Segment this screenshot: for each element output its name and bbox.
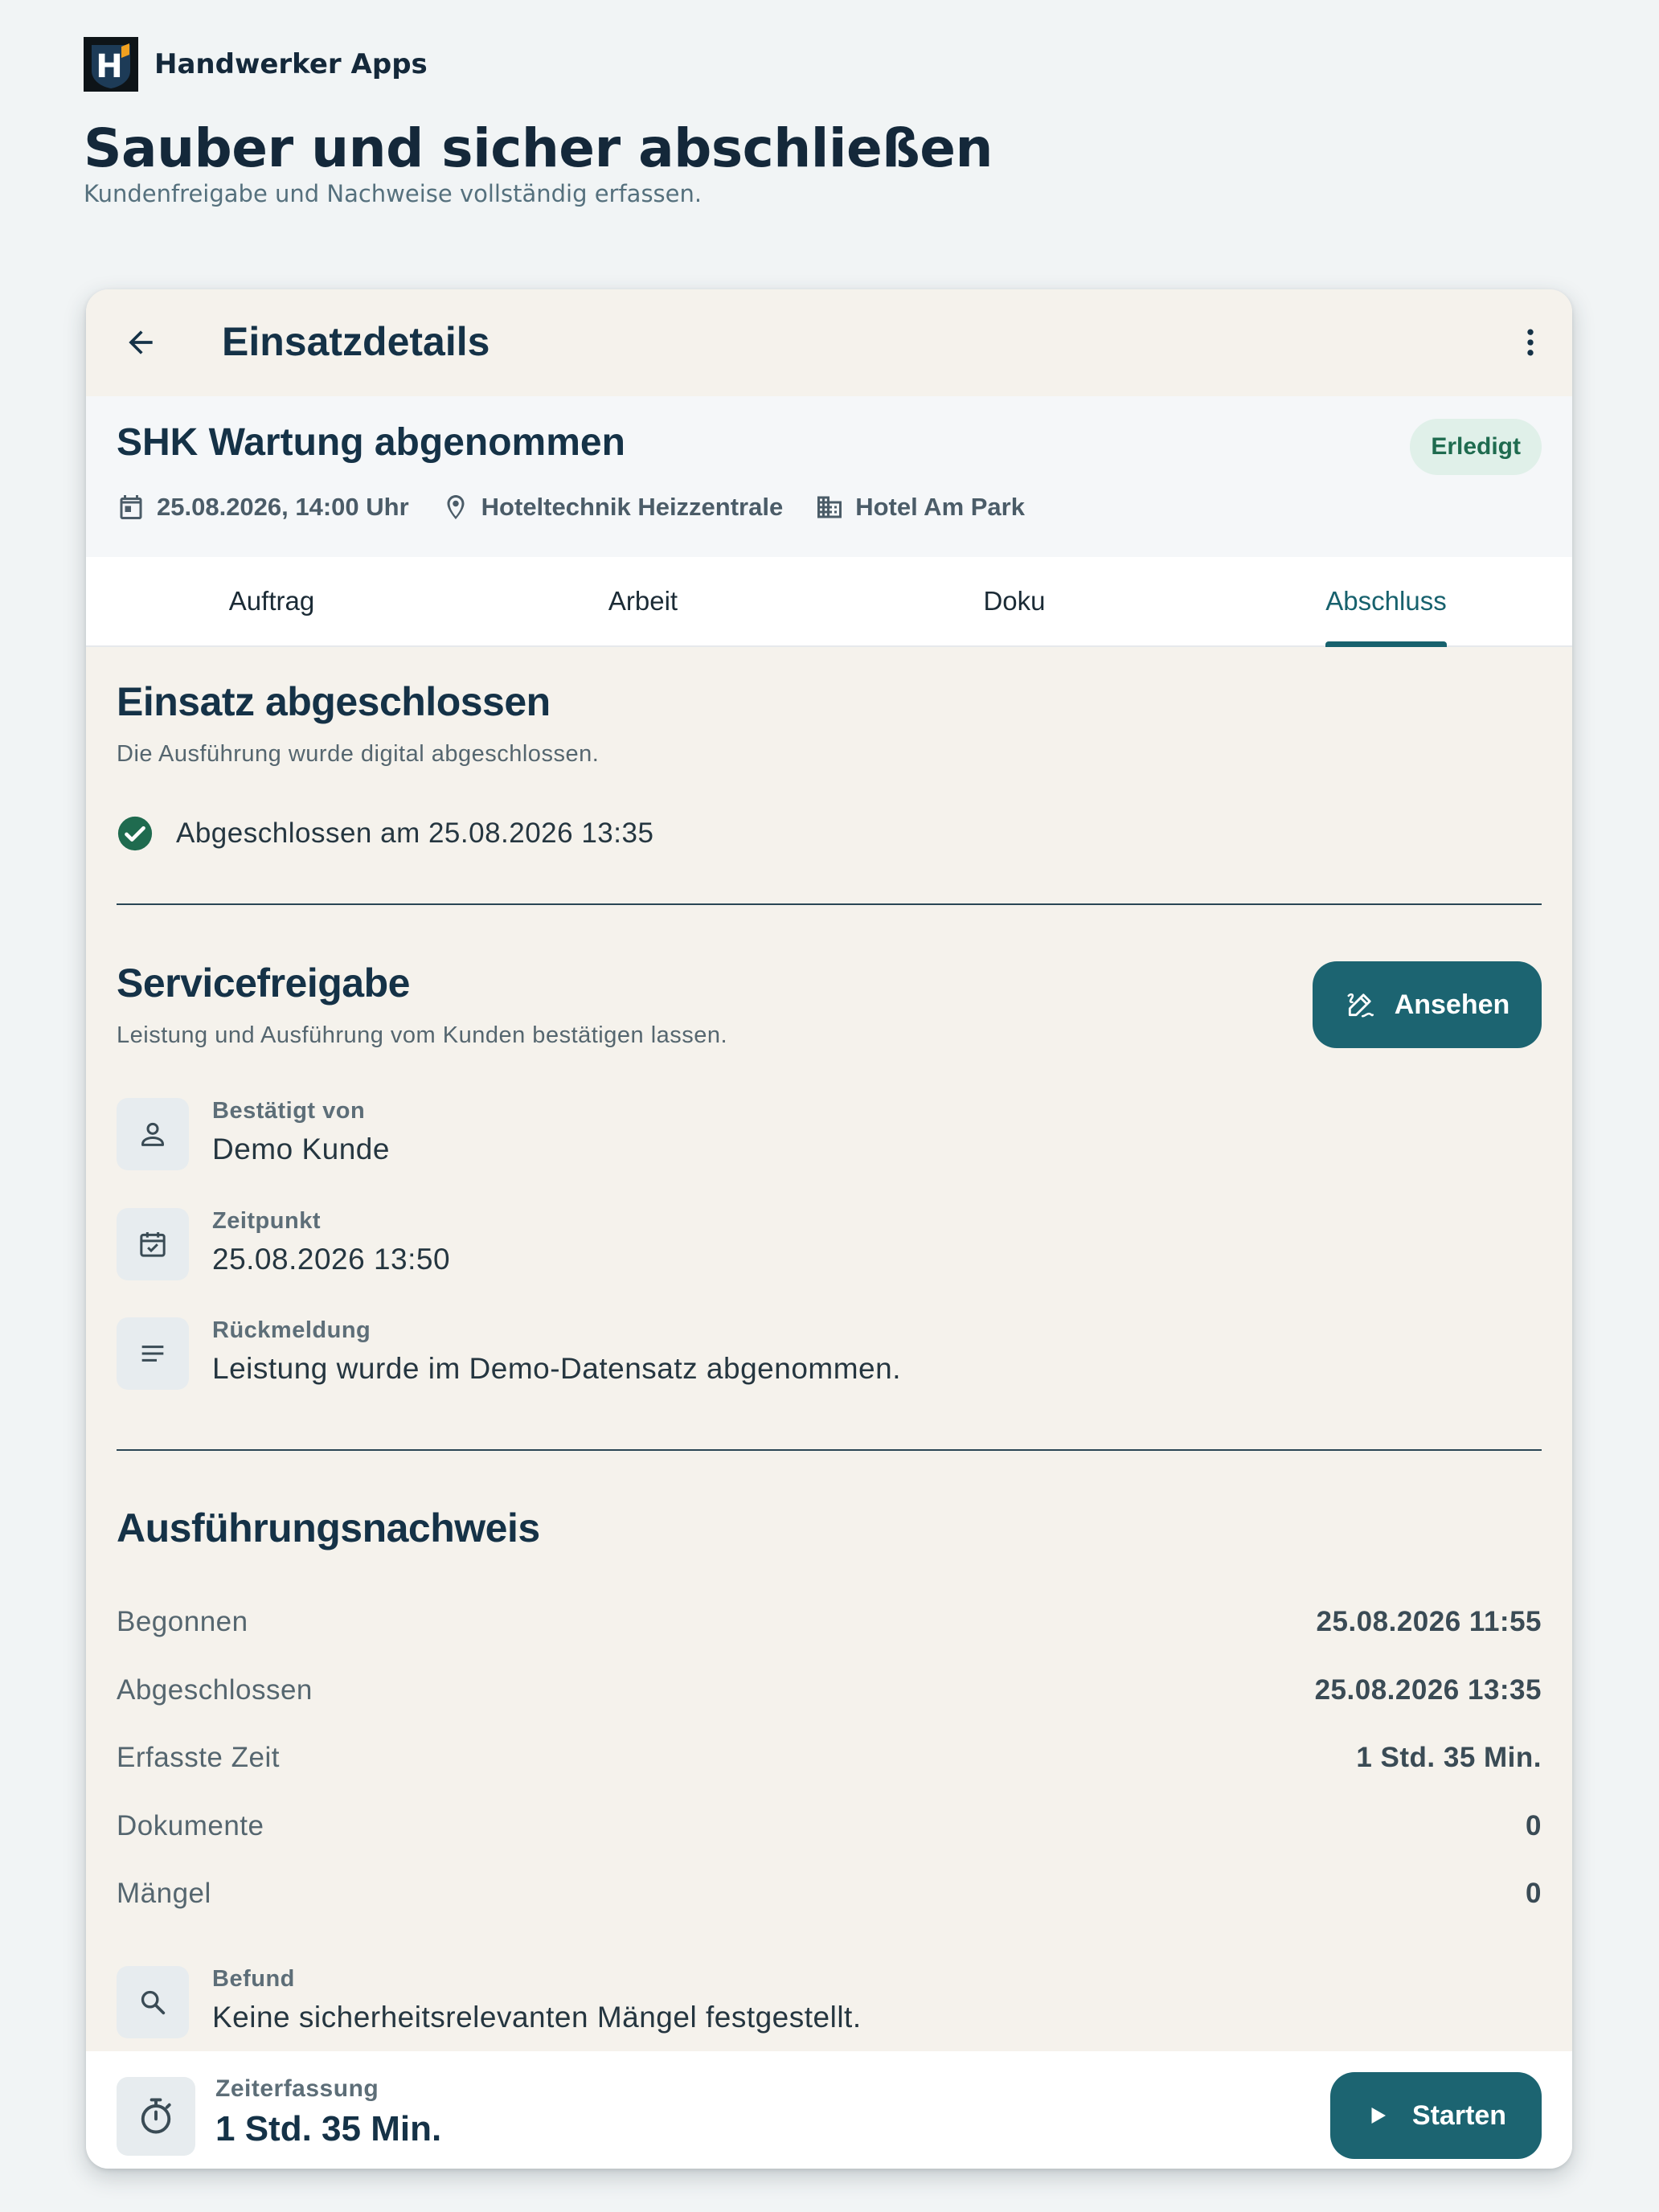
job-title: SHK Wartung abgenommen [117,421,625,464]
time-tracking-label: Zeiterfassung [215,2075,379,2102]
feedback-row: Rückmeldung Leistung wurde im Demo-Daten… [117,1317,901,1390]
proof-row-value: 0 [1526,1810,1542,1841]
proof-row-value: 25.08.2026 11:55 [1316,1606,1542,1637]
tab-bar: Auftrag Arbeit Doku Abschluss [86,557,1572,647]
job-summary: SHK Wartung abgenommen Erledigt 25.08.20… [86,396,1572,565]
proof-row: Abgeschlossen 25.08.2026 13:35 [117,1670,1542,1710]
confirmed-by-label: Bestätigt von [212,1098,366,1124]
proof-row-key: Mängel [117,1878,211,1909]
job-date-text: 25.08.2026, 14:00 Uhr [157,493,409,521]
proof-row: Erfasste Zeit 1 Std. 35 Min. [117,1738,1542,1778]
calendar-check-icon [140,1232,166,1257]
completion-status: Abgeschlossen am 25.08.2026 13:35 [117,815,653,852]
view-signature-label: Ansehen [1394,989,1510,1020]
start-timer-button[interactable]: Starten [1330,2072,1542,2159]
brand-name: Handwerker Apps [154,48,428,80]
start-timer-label: Starten [1411,2099,1507,2131]
proof-row-value: 0 [1526,1878,1542,1909]
feedback-label: Rückmeldung [212,1317,371,1343]
search-icon [141,1990,166,2015]
proof-row-key: Erfasste Zeit [117,1742,280,1773]
confirmed-by-value: Demo Kunde [212,1133,390,1165]
timestamp-label: Zeitpunkt [212,1208,321,1234]
finding-value: Keine sicherheitsrelevanten Mängel festg… [212,2001,862,2034]
active-tab-indicator [1325,641,1447,647]
tab-doku[interactable]: Doku [829,557,1200,645]
timestamp-value: 25.08.2026 13:50 [212,1243,451,1276]
back-button[interactable] [115,317,166,368]
search-icon-box [117,1966,189,2038]
proof-title: Ausführungsnachweis [117,1505,540,1550]
building-icon [817,496,842,518]
calendar-icon [120,495,142,519]
proof-row: Mängel 0 [117,1874,1542,1914]
job-meta: 25.08.2026, 14:00 Uhr Hoteltechnik Heizz… [117,493,1057,522]
stopwatch-icon [141,2098,171,2134]
proof-row-key: Dokumente [117,1810,264,1841]
proof-row: Begonnen 25.08.2026 11:55 [117,1602,1542,1642]
app-window: Einsatzdetails SHK Wartung abgenommen Er… [86,289,1572,2169]
notes-icon [141,1346,164,1362]
app-bar-title: Einsatzdetails [222,319,490,364]
tab-arbeit[interactable]: Arbeit [457,557,829,645]
proof-row-key: Begonnen [117,1606,248,1637]
time-tracking-bar: Zeiterfassung 1 Std. 35 Min. Starten [86,2051,1572,2169]
feedback-value: Leistung wurde im Demo-Datensatz abgenom… [212,1352,901,1385]
status-badge: Erledigt [1410,419,1542,475]
time-tracking-value: 1 Std. 35 Min. [215,2109,442,2149]
app-bar: Einsatzdetails [86,289,1572,396]
release-subtitle: Leistung und Ausführung vom Kunden bestä… [117,1022,728,1048]
view-signature-button[interactable]: Ansehen [1313,961,1542,1048]
finding-row: Befund Keine sicherheitsrelevanten Mänge… [117,1966,862,2038]
notes-icon-box [117,1317,189,1390]
confirmed-by-row: Bestätigt von Demo Kunde [117,1098,390,1170]
completion-subtitle: Die Ausführung wurde digital abgeschloss… [117,741,600,767]
finding-label: Befund [212,1966,295,1992]
brand: H Handwerker Apps [84,37,428,92]
proof-row: Dokumente 0 [117,1806,1542,1846]
arrow-left-icon [129,330,153,354]
completion-title: Einsatz abgeschlossen [117,679,551,724]
tab-abschluss-label: Abschluss [1325,586,1447,616]
more-menu-button[interactable] [1505,317,1556,368]
divider [117,1449,1542,1451]
stopwatch-icon-box [117,2077,195,2156]
play-icon [1371,2108,1386,2124]
signature-icon [1347,993,1374,1018]
job-location: Hoteltechnik Heizzentrale [441,493,784,522]
proof-row-key: Abgeschlossen [117,1674,313,1706]
location-pin-icon [447,495,465,519]
more-vert-icon [1527,329,1534,356]
proof-row-value: 25.08.2026 13:35 [1314,1674,1542,1706]
completion-status-text: Abgeschlossen am 25.08.2026 13:35 [176,817,654,849]
svg-text:H: H [96,48,122,85]
page-subtitle: Kundenfreigabe und Nachweise vollständig… [84,180,703,207]
event-icon-box [117,1208,189,1280]
job-customer: Hotel Am Park [815,493,1025,522]
check-circle-icon [117,816,153,851]
job-date: 25.08.2026, 14:00 Uhr [117,493,409,522]
divider [117,903,1542,905]
job-customer-text: Hotel Am Park [855,493,1025,521]
proof-row-value: 1 Std. 35 Min. [1356,1742,1542,1773]
page-title: Sauber und sicher abschließen [84,117,993,179]
job-location-text: Hoteltechnik Heizzentrale [481,493,784,521]
brand-logo-icon: H [84,37,138,92]
tab-abschluss[interactable]: Abschluss [1200,557,1572,647]
timestamp-row: Zeitpunkt 25.08.2026 13:50 [117,1208,450,1280]
person-icon-box [117,1098,189,1170]
release-title: Servicefreigabe [117,961,410,1006]
tab-auftrag[interactable]: Auftrag [86,557,457,645]
person-icon [141,1122,164,1146]
